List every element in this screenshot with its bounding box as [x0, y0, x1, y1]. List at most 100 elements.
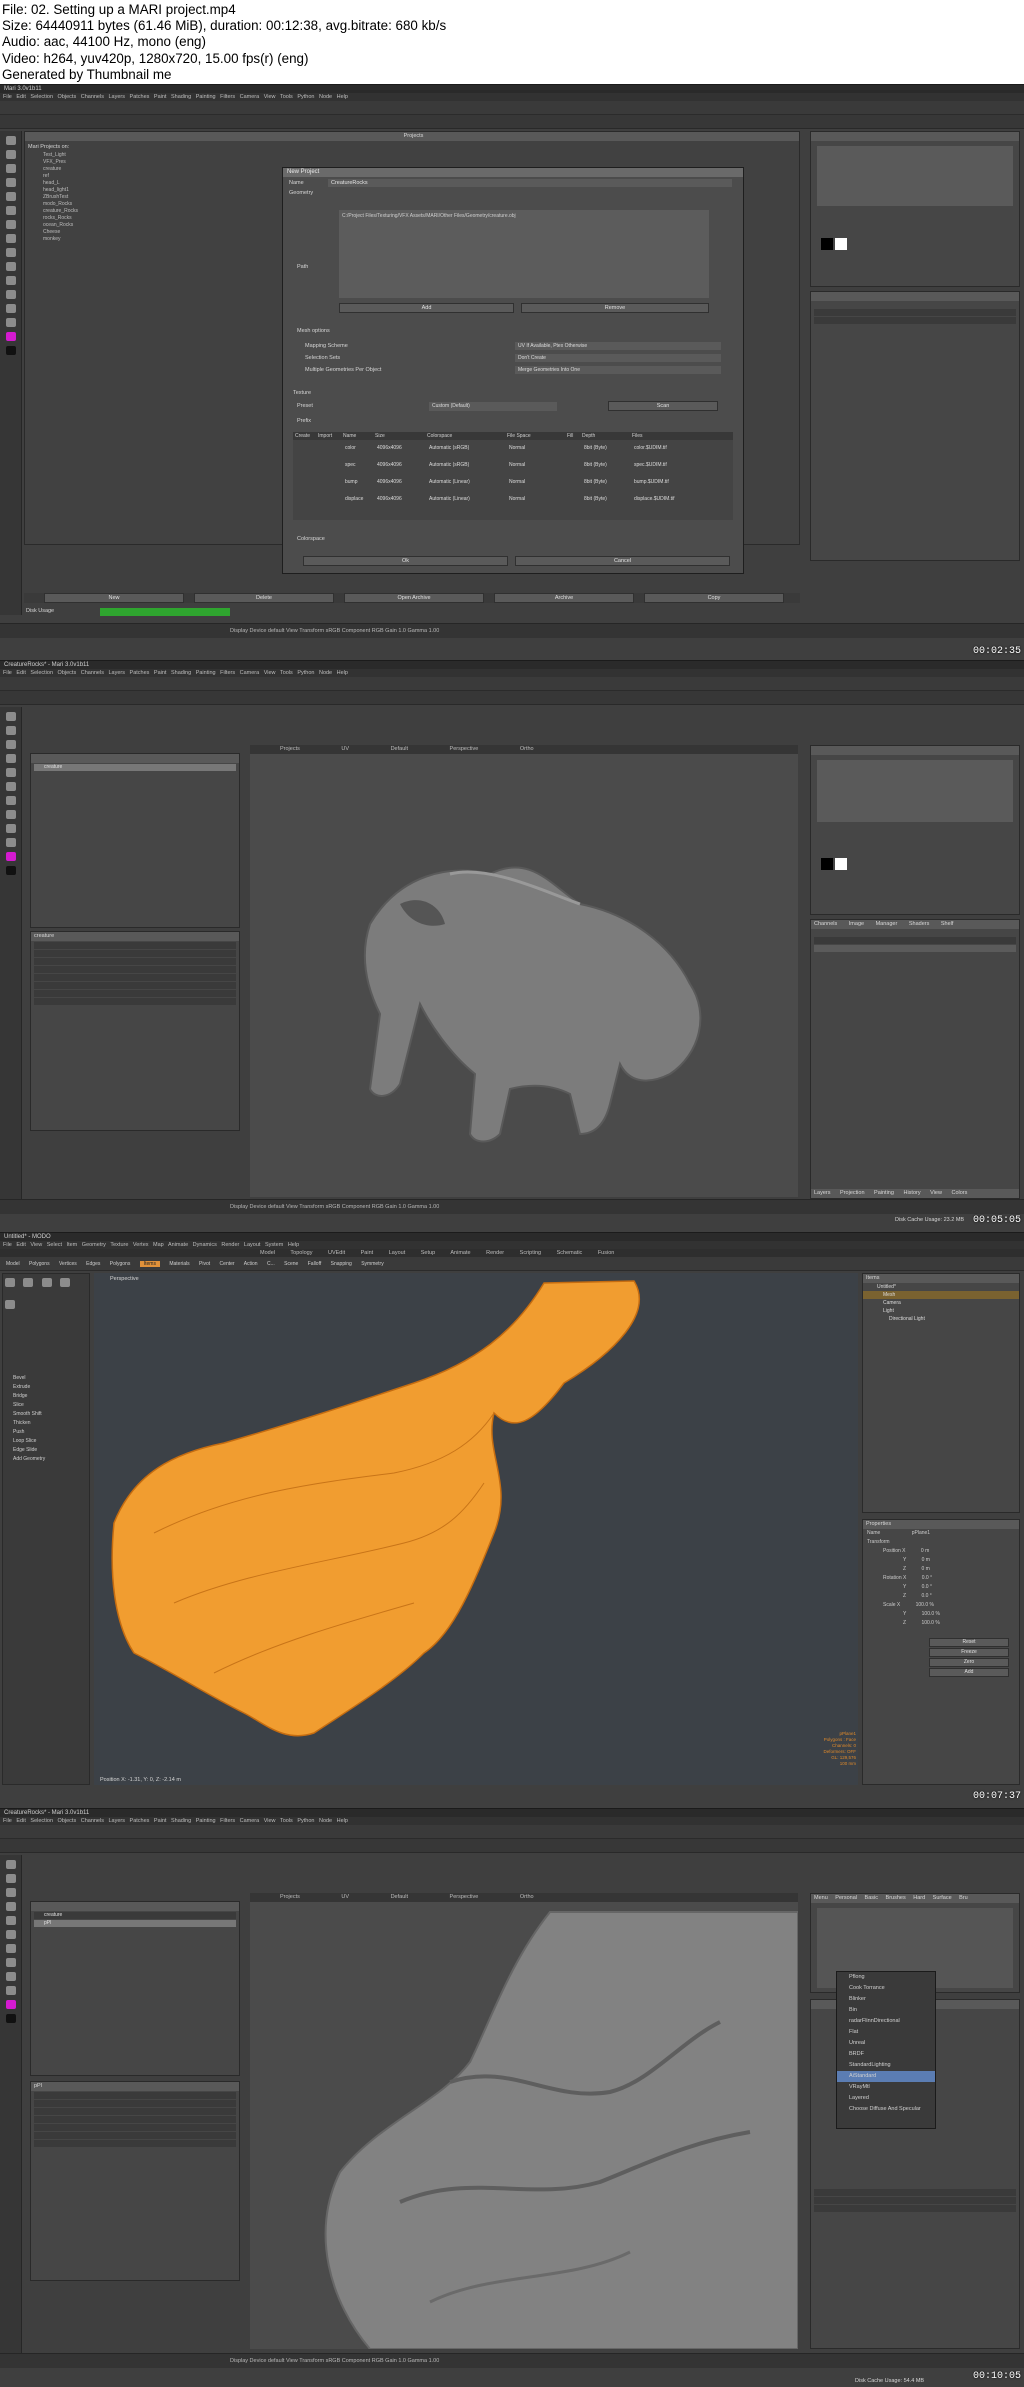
shader-menu-item[interactable]: Choose Diffuse And Specular [837, 2104, 935, 2115]
object-row[interactable]: creature [34, 764, 236, 771]
move-tool-icon[interactable] [6, 726, 16, 735]
fill-tool-icon[interactable] [6, 1930, 16, 1939]
fill-tool-icon[interactable] [6, 234, 16, 243]
tab-shelf[interactable]: Shelf [941, 921, 954, 927]
tab-animate[interactable]: Animate [450, 1250, 470, 1256]
tool-item[interactable]: Bevel [3, 1374, 89, 1383]
row-filespace[interactable]: Normal [509, 491, 584, 508]
menu-bar[interactable]: File Edit Selection Objects Channels Lay… [0, 669, 1024, 677]
shader-menu-item[interactable]: Cook Torrance [837, 1983, 935, 1994]
new-project-button[interactable]: New [44, 593, 184, 603]
mask-tool-icon[interactable] [6, 290, 16, 299]
texture-table[interactable]: Create Import Name Size Colorspace File Space… [293, 432, 733, 520]
tool-list[interactable]: Bevel Extrude Bridge Slice Smooth Shift … [3, 1374, 89, 1464]
tool-item[interactable]: Thicken [3, 1419, 89, 1428]
rotate-tool-icon[interactable] [6, 164, 16, 173]
mode-vertices[interactable]: Vertices [59, 1261, 77, 1267]
foreground-color-swatch[interactable] [6, 2000, 16, 2009]
color-preview[interactable] [817, 146, 1013, 206]
tab-layout[interactable]: Layout [389, 1250, 406, 1256]
blur-tool-icon[interactable] [6, 796, 16, 805]
modo-viewport[interactable]: Perspective Position X: -1.31, Y: 0, Z: … [94, 1273, 858, 1785]
list-item[interactable]: ref [28, 173, 148, 180]
archive-button[interactable]: Archive [494, 593, 634, 603]
tab-image-manager[interactable]: Image Manager [849, 921, 898, 927]
toolbar-2[interactable] [0, 691, 1024, 705]
black-swatch[interactable] [821, 238, 833, 250]
add-button[interactable]: Add [929, 1668, 1009, 1677]
tab-default[interactable]: Default [391, 746, 408, 752]
brush-tool-icon[interactable] [6, 1902, 16, 1911]
row-size[interactable]: 4096x4096 [377, 457, 429, 474]
name-value[interactable]: pPlane1 [912, 1530, 930, 1536]
paint-tool-icon[interactable] [6, 1888, 16, 1897]
mask-tool-icon[interactable] [6, 824, 16, 833]
shader-menu-item[interactable]: Unreal [837, 2038, 935, 2049]
tool-item[interactable]: Edge Slide [3, 1446, 89, 1455]
tab-personal[interactable]: Personal [835, 1895, 857, 1901]
viewport-tabs[interactable]: Projects UV Default Perspective Ortho [250, 1893, 798, 1902]
tab-painting[interactable]: Painting [874, 1190, 894, 1196]
list-item[interactable]: monkey [28, 236, 148, 243]
row-files[interactable]: color.$UDIM.tif [634, 440, 694, 457]
rock-model[interactable] [250, 1902, 798, 2349]
slice-tool-icon[interactable] [6, 304, 16, 313]
mode-edges[interactable]: Edges [86, 1261, 100, 1267]
row-depth[interactable]: 8bit (Byte) [584, 440, 634, 457]
left-toolbar[interactable] [0, 131, 22, 615]
ok-button[interactable]: Ok [303, 556, 508, 566]
tab-layers[interactable]: Layers [814, 1190, 831, 1196]
tab-projection[interactable]: Projection [840, 1190, 864, 1196]
row-filespace[interactable]: Normal [509, 457, 584, 474]
delete-project-button[interactable]: Delete [194, 593, 334, 603]
tab-model[interactable]: Model [260, 1250, 275, 1256]
eraser-icon[interactable] [6, 206, 16, 215]
geometry-path-list[interactable]: C:/Project Files/Texturing/VFX Assets/MA… [339, 210, 709, 298]
shader-menu-item[interactable]: radarFlinnDirectional [837, 2016, 935, 2027]
tab-scripting[interactable]: Scripting [520, 1250, 541, 1256]
status-bar[interactable]: Display Device default View Transform sR… [0, 1199, 1024, 1214]
tab-channels[interactable]: Channels [814, 921, 837, 927]
item-row[interactable]: Untitled* [863, 1283, 1019, 1291]
mode-action-center[interactable]: Action C... [244, 1261, 275, 1267]
tab-default[interactable]: Default [391, 1894, 408, 1900]
tool-icon[interactable] [5, 1300, 15, 1309]
mode-symmetry[interactable]: Symmetry [361, 1261, 384, 1267]
position-x-value[interactable]: 0 m [921, 1548, 929, 1554]
select-tool-icon[interactable] [6, 136, 16, 145]
item-row[interactable]: Mesh [863, 1291, 1019, 1299]
row-colorspace[interactable]: Automatic (sRGB) [429, 457, 509, 474]
object-row[interactable]: creature [34, 1912, 236, 1919]
tab-hard-surface[interactable]: Hard Surface Bru [913, 1895, 968, 1901]
background-color-swatch[interactable] [6, 866, 16, 875]
rotation-y-value[interactable]: 0.0 ° [922, 1584, 932, 1590]
toolbar-2[interactable] [0, 1839, 1024, 1853]
row-colorspace[interactable]: Automatic (Linear) [429, 474, 509, 491]
mode-scene[interactable]: Scene [284, 1261, 298, 1267]
shader-row[interactable] [814, 2197, 1016, 2204]
viewport[interactable]: Projects UV Default Perspective Ortho [250, 745, 798, 1197]
toolbar-1[interactable] [0, 101, 1024, 115]
row-colorspace[interactable]: Automatic (sRGB) [429, 440, 509, 457]
tab-uvedit[interactable]: UVEdit [328, 1250, 345, 1256]
brush-tool-icon[interactable] [6, 754, 16, 763]
list-item[interactable]: head_light1 [28, 187, 148, 194]
item-row[interactable]: Camera [863, 1299, 1019, 1307]
patch-tool-icon[interactable] [6, 318, 16, 327]
smudge-tool-icon[interactable] [6, 248, 16, 257]
mode-materials[interactable]: Materials [169, 1261, 189, 1267]
shader-menu-item[interactable]: BRDF [837, 2049, 935, 2060]
white-swatch[interactable] [835, 238, 847, 250]
row-filespace[interactable]: Normal [509, 474, 584, 491]
shader-menu-item[interactable]: StandardLighting [837, 2060, 935, 2071]
row-files[interactable]: spec.$UDIM.tif [634, 457, 694, 474]
toolbar-1[interactable] [0, 1825, 1024, 1839]
row-files[interactable]: displace.$UDIM.tif [634, 491, 694, 508]
list-item[interactable]: creature [28, 166, 148, 173]
picker-tool-icon[interactable] [6, 276, 16, 285]
channel-row[interactable] [814, 317, 1016, 324]
blur-tool-icon[interactable] [6, 262, 16, 271]
clone-tool-icon[interactable] [6, 768, 16, 777]
shader-menu-item[interactable]: Flat [837, 2027, 935, 2038]
row-filespace[interactable]: Normal [509, 440, 584, 457]
